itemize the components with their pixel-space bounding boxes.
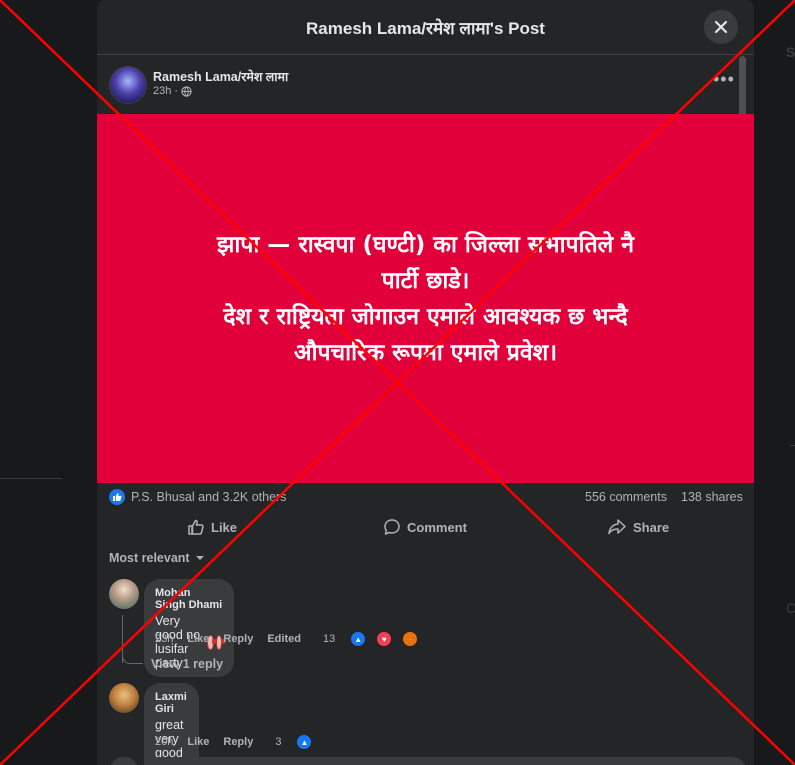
sort-label: Most relevant [109, 551, 190, 565]
comment-time[interactable]: 20h [155, 736, 173, 748]
comment-sort-dropdown[interactable]: Most relevant [109, 551, 205, 565]
globe-icon [181, 85, 192, 97]
comment-icon [384, 519, 400, 535]
share-button[interactable]: Share [607, 513, 669, 541]
comment-actions: 23h Like Reply Edited 13 ▲ ♥ · [155, 631, 446, 647]
comment-reactions[interactable]: 3 ▲ [275, 734, 326, 750]
post-stats: P.S. Bhusal and 3.2K others 556 comments… [109, 489, 744, 507]
comment-time[interactable]: 23h [155, 633, 173, 645]
post-actions: Like Comment Share [109, 513, 744, 541]
meta-separator: · [174, 85, 179, 97]
like-button[interactable]: Like [187, 513, 237, 541]
comment-reply-button[interactable]: Reply [223, 736, 253, 748]
view-replies-link[interactable]: View 1 reply [151, 657, 223, 671]
close-button[interactable] [704, 10, 738, 44]
like-label: Like [211, 519, 238, 535]
share-label: Share [633, 519, 670, 535]
reactors-summary[interactable]: P.S. Bhusal and 3.2K others [131, 490, 286, 504]
commenter-name[interactable]: Laxmi Giri [155, 691, 187, 715]
thumbs-up-icon [188, 519, 204, 535]
author-avatar[interactable] [109, 66, 147, 104]
background-partial-glyph: S [786, 44, 795, 60]
comment-reply-button[interactable]: Reply [223, 633, 253, 645]
comment-actions: 20h Like Reply 3 ▲ [155, 734, 340, 750]
comment-label: Comment [407, 519, 467, 535]
comment-like-button[interactable]: Like [187, 736, 209, 748]
post-header: Ramesh Lama/रमेश लामा 23h · ••• [109, 66, 734, 106]
commenter-name[interactable]: Mohan Singh Dhami [155, 587, 222, 611]
comment-bubble: Laxmi Giri great very good news [144, 683, 199, 765]
comment-button[interactable]: Comment [383, 513, 467, 541]
background-partial-glyph-2: C [786, 600, 795, 616]
shares-count[interactable]: 138 shares [681, 490, 743, 504]
comments-count[interactable]: 556 comments [585, 490, 667, 504]
author-name[interactable]: Ramesh Lama/रमेश लामा [153, 68, 288, 85]
post-image-text: झापा — रास्वपा (घण्टी) का जिल्ला सभापतिल… [216, 231, 635, 366]
next-commenter-avatar[interactable] [109, 757, 139, 765]
post-modal: Ramesh Lama/रमेश लामा's Post Ramesh Lama… [97, 0, 754, 765]
love-reaction-icon: ♥ [376, 631, 393, 647]
more-options-button[interactable]: ••• [713, 70, 735, 88]
chevron-down-icon [195, 556, 204, 560]
comment-reaction-count: 3 [275, 736, 282, 748]
commenter-avatar[interactable] [109, 579, 139, 609]
comment-edited-label[interactable]: Edited [267, 633, 301, 645]
comment-like-button[interactable]: Like [187, 633, 209, 645]
reply-thread-hook [122, 649, 143, 664]
comment-reaction-count: 13 [322, 633, 336, 645]
commenter-avatar[interactable] [109, 683, 139, 713]
modal-title: Ramesh Lama/रमेश लामा's Post [306, 18, 545, 38]
angry-reaction-icon: · [402, 631, 419, 647]
post-time[interactable]: 23h [153, 85, 171, 97]
post-meta: 23h · [153, 85, 192, 97]
like-reaction-icon: ▲ [350, 631, 367, 647]
background-divider-right [790, 445, 795, 446]
modal-header: Ramesh Lama/रमेश लामा's Post [97, 0, 754, 55]
next-comment-bubble [147, 757, 747, 765]
post-image[interactable]: झापा — रास्वपा (घण्टी) का जिल्ला सभापतिल… [97, 114, 754, 483]
share-icon [608, 519, 626, 535]
like-reaction-icon: ▲ [296, 734, 313, 750]
comment-reactions[interactable]: 13 ▲ ♥ · [323, 631, 432, 647]
background-divider [0, 478, 62, 479]
close-icon [714, 20, 728, 34]
like-reaction-icon [109, 489, 125, 505]
